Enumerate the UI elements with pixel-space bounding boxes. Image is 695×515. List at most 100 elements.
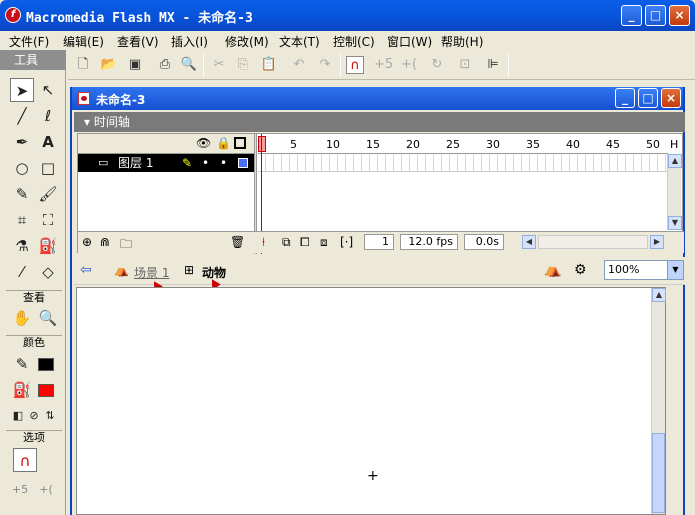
menu-edit[interactable]: 编辑(E) <box>63 33 104 50</box>
document-title-bar[interactable]: 未命名-3 _ □ × <box>72 87 683 110</box>
save-icon[interactable]: ▣ <box>126 56 144 74</box>
straighten-option-icon[interactable]: +( <box>34 478 58 502</box>
scroll-up-icon[interactable]: ▲ <box>652 288 666 302</box>
back-arrow-icon[interactable]: ⇦ <box>80 262 92 278</box>
scroll-thumb[interactable] <box>652 433 665 513</box>
timeline-vscroll[interactable]: ▲ ▼ <box>667 154 682 230</box>
minimize-button[interactable]: _ <box>621 5 642 26</box>
outline-icon[interactable] <box>234 137 246 149</box>
scroll-left-icon[interactable]: ◀ <box>522 235 536 249</box>
playhead-marker[interactable] <box>258 136 266 152</box>
fill-transform-tool-icon[interactable]: ⛶ <box>36 208 60 232</box>
close-button[interactable]: × <box>669 5 690 26</box>
modify-markers-icon[interactable]: [·] <box>340 235 353 249</box>
onion-outline-icon[interactable]: ⧠ <box>300 235 310 250</box>
onion-skin-icon[interactable]: ⧉ <box>282 235 291 250</box>
snap-option-icon[interactable]: ∩ <box>13 448 37 472</box>
free-transform-tool-icon[interactable]: ⌗ <box>10 208 34 232</box>
eyedropper-tool-icon[interactable]: ⁄ <box>10 260 34 284</box>
pen-tool-icon[interactable]: ✒ <box>10 130 34 154</box>
paint-bucket-tool-icon[interactable]: ⛽ <box>36 234 60 258</box>
text-tool-icon[interactable]: A <box>36 130 60 154</box>
menu-insert[interactable]: 插入(I) <box>171 33 208 50</box>
scale-icon[interactable]: ⊡ <box>456 56 474 74</box>
center-frame-icon[interactable]: ⍿ <box>262 235 265 250</box>
main-toolbar: 🗋 📂 ▣ ⎙ 🔍 ✂ ⎘ 📋 ↶ ↷ ∩ +5 +( ↻ ⊡ ⊫ <box>68 50 695 80</box>
scroll-down-icon[interactable]: ▼ <box>668 216 682 230</box>
redo-icon[interactable]: ↷ <box>316 56 334 74</box>
menu-modify[interactable]: 修改(M) <box>225 33 269 50</box>
line-tool-icon[interactable]: ╱ <box>10 104 34 128</box>
layer-lock-dot[interactable]: • <box>220 154 227 172</box>
doc-maximize-button[interactable]: □ <box>638 88 658 108</box>
snap-magnet-icon[interactable]: ∩ <box>346 56 364 74</box>
eraser-tool-icon[interactable]: ◇ <box>36 260 60 284</box>
stroke-color-swatch[interactable] <box>38 358 54 371</box>
layer-row[interactable]: ▭ 图层 1 ✎ • • <box>78 154 254 172</box>
timeline-header[interactable]: ▾ 时间轴 <box>74 112 685 132</box>
breadcrumb-scene[interactable]: 场景 1 <box>134 264 169 281</box>
doc-minimize-button[interactable]: _ <box>615 88 635 108</box>
copy-icon[interactable]: ⎘ <box>234 56 252 74</box>
menu-help[interactable]: 帮助(H) <box>441 33 483 50</box>
pencil-tool-icon[interactable]: ✎ <box>10 182 34 206</box>
undo-icon[interactable]: ↶ <box>290 56 308 74</box>
zoom-value: 100% <box>608 263 640 276</box>
layer-header: 👁 🔒 <box>78 134 254 154</box>
menu-window[interactable]: 窗口(W) <box>387 33 432 50</box>
stage-canvas[interactable]: + ▲ <box>76 287 666 515</box>
paste-icon[interactable]: 📋 <box>260 56 278 74</box>
arrow-tool-icon[interactable]: ➤ <box>10 78 34 102</box>
menu-control[interactable]: 控制(C) <box>333 33 375 50</box>
frame-number: 50 <box>646 138 660 151</box>
edit-scene-icon[interactable]: ⛺ <box>544 262 561 278</box>
tools-header: 工具 <box>0 50 66 70</box>
add-folder-icon[interactable]: 🗀 <box>120 235 132 256</box>
rotate-icon[interactable]: ↻ <box>428 56 446 74</box>
layer-outline-color[interactable] <box>238 158 248 168</box>
elapsed-time: 0.0s <box>464 234 504 250</box>
lasso-tool-icon[interactable]: ℓ <box>36 104 60 128</box>
menu-view[interactable]: 查看(V) <box>117 33 159 50</box>
rectangle-tool-icon[interactable]: □ <box>36 156 60 180</box>
smooth-icon[interactable]: +5 <box>374 56 393 74</box>
open-folder-icon[interactable]: 📂 <box>100 56 118 74</box>
print-icon[interactable]: ⎙ <box>156 56 174 74</box>
smooth-option-icon[interactable]: +5 <box>8 478 32 502</box>
lock-icon[interactable]: 🔒 <box>216 136 231 150</box>
layer-visible-dot[interactable]: • <box>202 154 209 172</box>
edit-multiple-icon[interactable]: ⧈ <box>320 235 328 250</box>
oval-tool-icon[interactable]: ○ <box>10 156 34 180</box>
add-guide-layer-icon[interactable]: ⋒ <box>100 235 110 249</box>
brush-tool-icon[interactable]: 🖌 <box>36 182 60 206</box>
zoom-select[interactable]: 100% ▼ <box>604 260 684 280</box>
frame-ruler[interactable]: 5 10 15 20 25 30 35 40 45 50 <box>258 134 668 154</box>
swap-colors-icon[interactable]: ⇅ <box>38 404 62 428</box>
chevron-down-icon[interactable]: ▼ <box>667 261 683 279</box>
cut-icon[interactable]: ✂ <box>210 56 228 74</box>
maximize-button[interactable]: □ <box>645 5 666 26</box>
hand-tool-icon[interactable]: ✋ <box>10 306 34 330</box>
frame-number: 40 <box>566 138 580 151</box>
add-layer-icon[interactable]: ⊕ <box>82 235 92 249</box>
doc-close-button[interactable]: × <box>661 88 681 108</box>
zoom-tool-icon[interactable]: 🔍 <box>36 306 60 330</box>
app-title-bar[interactable]: f Macromedia Flash MX - 未命名-3 _ □ × <box>0 0 695 31</box>
edit-symbol-icon[interactable]: ⚙ <box>574 262 587 278</box>
scroll-up-icon[interactable]: ▲ <box>668 154 682 168</box>
ink-bottle-tool-icon[interactable]: ⚗ <box>10 234 34 258</box>
delete-layer-icon[interactable]: 🗑 <box>230 235 245 249</box>
straighten-icon[interactable]: +( <box>400 56 418 74</box>
subselect-tool-icon[interactable]: ↖ <box>36 78 60 102</box>
menu-text[interactable]: 文本(T) <box>279 33 320 50</box>
print-preview-icon[interactable]: 🔍 <box>180 56 198 74</box>
new-file-icon[interactable]: 🗋 <box>74 56 92 74</box>
align-icon[interactable]: ⊫ <box>484 56 502 74</box>
scroll-right-icon[interactable]: ▶ <box>650 235 664 249</box>
fill-color-swatch[interactable] <box>38 384 54 397</box>
timeline-hscroll[interactable] <box>538 235 648 249</box>
stage-vscroll[interactable]: ▲ <box>651 288 666 514</box>
eye-icon[interactable]: 👁 <box>196 136 211 150</box>
frames-row[interactable] <box>258 154 668 172</box>
menu-file[interactable]: 文件(F) <box>9 33 49 50</box>
